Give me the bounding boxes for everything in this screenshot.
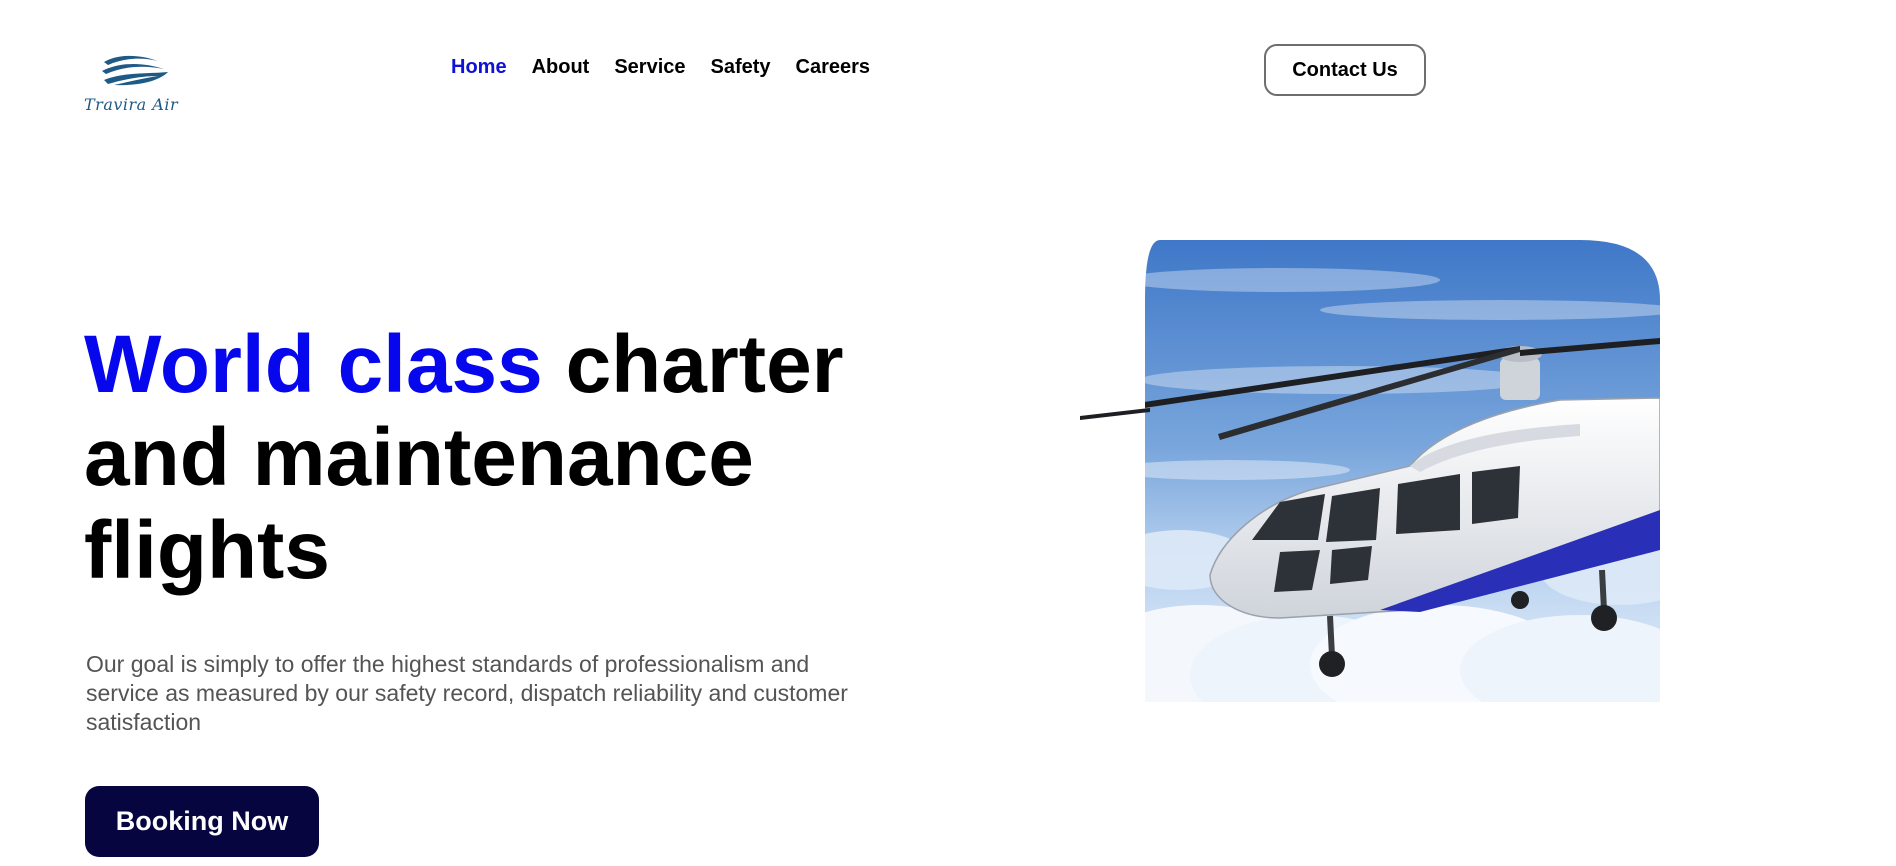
hero-description: Our goal is simply to offer the highest …	[86, 651, 848, 735]
contact-us-button[interactable]: Contact Us	[1264, 44, 1426, 96]
helicopter-hero-image	[1080, 240, 1660, 702]
booking-now-button[interactable]: Booking Now	[85, 786, 319, 857]
nav-item-service[interactable]: Service	[614, 56, 685, 79]
brand-logo[interactable]: Travira Air	[84, 52, 190, 116]
nav-item-home[interactable]: Home	[451, 56, 507, 79]
main-nav: Home About Service Safety Careers	[451, 56, 870, 79]
hero-title: World class charter and maintenance flig…	[84, 318, 864, 597]
hero-title-accent: World class	[84, 319, 543, 410]
nav-item-safety[interactable]: Safety	[711, 56, 771, 79]
nav-item-about[interactable]: About	[532, 56, 590, 79]
wave-logo-icon	[102, 55, 168, 86]
nav-item-careers[interactable]: Careers	[796, 56, 871, 79]
brand-name: Travira Air	[84, 95, 179, 114]
